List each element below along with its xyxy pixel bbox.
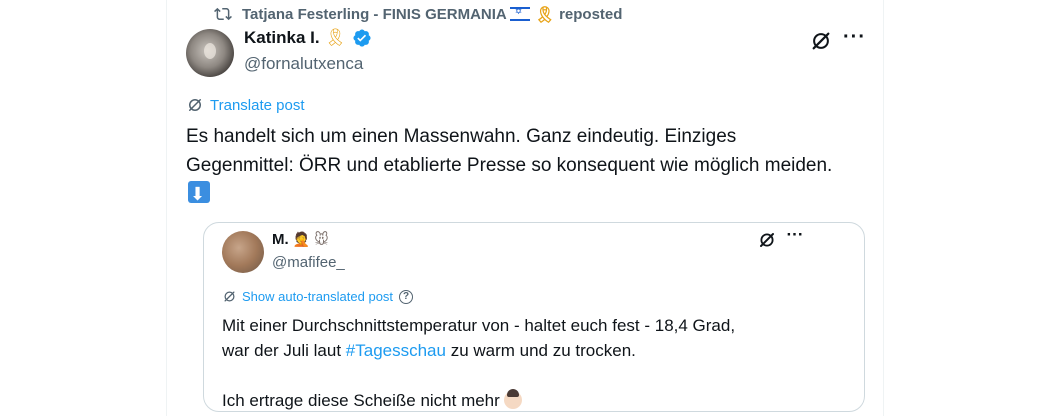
grok-icon[interactable] [810, 30, 832, 52]
retweet-icon [214, 7, 232, 21]
yellow-ribbon-icon: 🎗 [324, 28, 347, 48]
quoted-post[interactable]: M. 🤦 🐭 @mafifee_ ··· Show auto-translate… [203, 222, 865, 412]
author-handle[interactable]: @fornalutxenca [244, 54, 363, 74]
yellow-ribbon-icon: 🎗 [534, 4, 556, 24]
author-avatar[interactable] [186, 29, 234, 77]
facepalm-emoji-icon [503, 389, 522, 409]
hashtag-link[interactable]: #Tagesschau [346, 341, 446, 360]
translate-icon [224, 291, 235, 302]
quote-line-3: Ich ertrage diese Scheiße nicht mehr [222, 388, 842, 413]
help-icon[interactable]: ? [399, 289, 414, 304]
translate-post-label[interactable]: Translate post [210, 97, 305, 114]
mouse-emoji-icon: 🐭 [314, 231, 329, 248]
translate-icon [189, 99, 201, 111]
reposter-name[interactable]: Tatjana Festerling - FINIS GERMANIA [242, 6, 507, 23]
post-body: Es handelt sich um einen Massenwahn. Gan… [186, 126, 833, 176]
repost-context[interactable]: Tatjana Festerling - FINIS GERMANIA 🎗 re… [214, 4, 622, 24]
quote-line-3-text: Ich ertrage diese Scheiße nicht mehr [222, 391, 500, 410]
post-text: Es handelt sich um einen Massenwahn. Gan… [186, 122, 846, 209]
author-name[interactable]: Katinka I. [244, 28, 320, 48]
down-arrow-emoji-icon [188, 180, 210, 209]
more-icon[interactable]: ··· [784, 226, 806, 247]
facepalm-emoji-icon: 🤦 [292, 231, 311, 248]
quote-author-handle[interactable]: @mafifee_ [272, 254, 345, 271]
show-auto-translated-link[interactable]: Show auto-translated post ? [222, 289, 414, 304]
quote-author-line: M. 🤦 🐭 [272, 231, 329, 248]
auto-translated-label[interactable]: Show auto-translated post [242, 289, 393, 304]
quote-line-1: Mit einer Durchschnittstemperatur von - … [222, 316, 736, 335]
more-icon[interactable]: ··· [843, 27, 865, 52]
verified-badge-icon[interactable] [352, 28, 372, 48]
repost-action: reposted [559, 5, 623, 23]
quote-line-2-end: zu warm und zu trocken. [445, 341, 636, 360]
israel-flag-icon [509, 7, 530, 21]
quote-text: Mit einer Durchschnittstemperatur von - … [222, 313, 842, 413]
quote-line-2: war der Juli laut #Tagesschau zu warm un… [222, 338, 842, 363]
quote-author-name[interactable]: M. [272, 231, 289, 248]
translate-post-link[interactable]: Translate post [186, 96, 305, 114]
quote-line-2-start: war der Juli laut [222, 341, 346, 360]
grok-icon[interactable] [758, 231, 776, 249]
quote-author-avatar[interactable] [222, 231, 264, 273]
author-line: Katinka I. 🎗 [244, 28, 372, 48]
